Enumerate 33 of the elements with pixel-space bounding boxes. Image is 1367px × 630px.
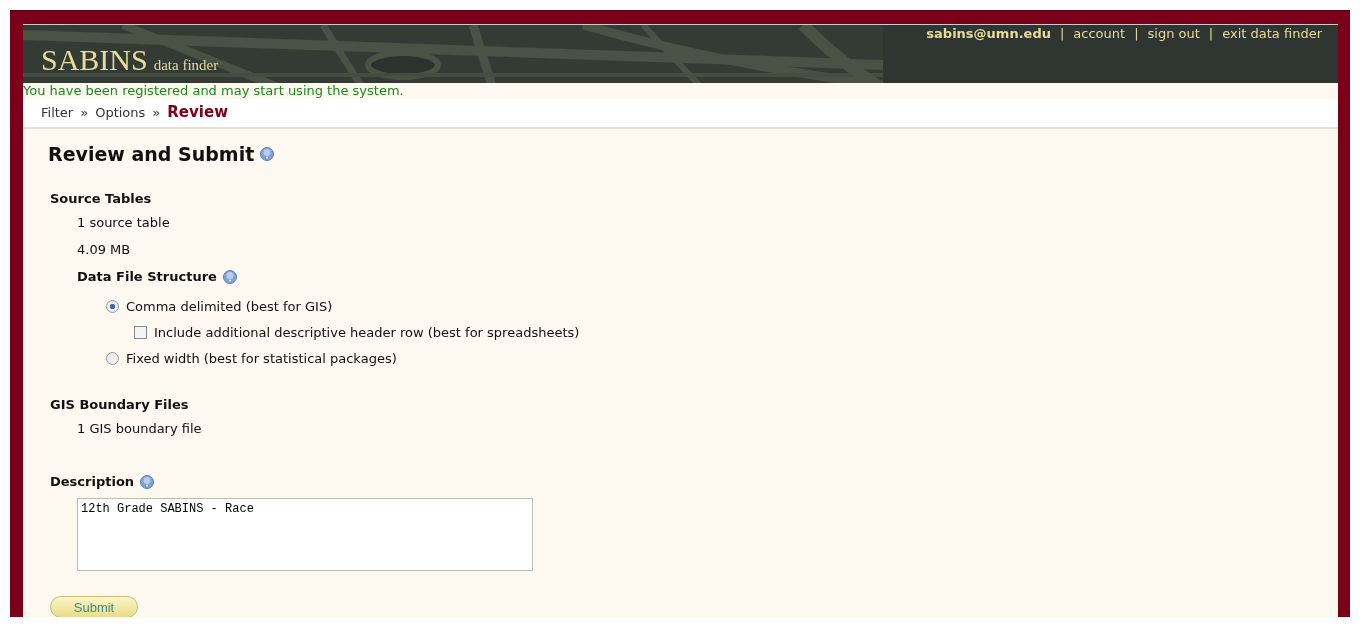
section-heading: Data File Structure <box>77 269 217 284</box>
header-link[interactable]: sign out <box>1147 26 1200 41</box>
option-label: Comma delimited (best for GIS) <box>126 298 333 314</box>
header-link[interactable]: account <box>1073 26 1126 41</box>
section-heading: Description <box>50 474 135 489</box>
breadcrumb-separator: » <box>80 104 89 120</box>
breadcrumb-link[interactable]: Options <box>95 104 146 120</box>
breadcrumb-link[interactable]: Filter <box>41 104 74 120</box>
logo-subtitle: data finder <box>153 57 219 74</box>
option-label: Fixed width (best for statistical packages) <box>126 350 397 366</box>
section-item: 4.09 MB <box>77 242 132 258</box>
page-title: Review and Submit <box>48 143 255 165</box>
radio-button[interactable] <box>106 351 119 365</box>
separator: | <box>1208 26 1214 41</box>
description-field[interactable]: 12th Grade SABINS - Race <box>77 498 533 571</box>
section-item: 1 source table <box>77 215 171 231</box>
section-item: 1 GIS boundary file <box>77 421 203 437</box>
help-icon[interactable] <box>140 474 155 489</box>
logo-title: SABINS <box>41 43 148 77</box>
radio-button[interactable] <box>106 299 119 313</box>
separator: | <box>1134 26 1139 41</box>
checkbox[interactable] <box>134 325 147 339</box>
breadcrumb-link[interactable]: Review <box>167 103 228 121</box>
separator: | <box>1059 26 1065 41</box>
help-icon[interactable] <box>222 269 237 284</box>
section-heading: GIS Boundary Files <box>50 397 189 412</box>
header-link[interactable]: exit data finder <box>1222 26 1322 41</box>
help-icon[interactable] <box>260 147 275 161</box>
option-label: Include additional descriptive header row (best for spreadsheets) <box>154 324 580 340</box>
section-heading: Source Tables <box>50 191 152 206</box>
status-message: You have been registered and may start using the system. <box>23 83 405 99</box>
breadcrumb-separator: » <box>152 104 161 120</box>
user-email: sabins@umn.edu <box>926 26 1051 41</box>
